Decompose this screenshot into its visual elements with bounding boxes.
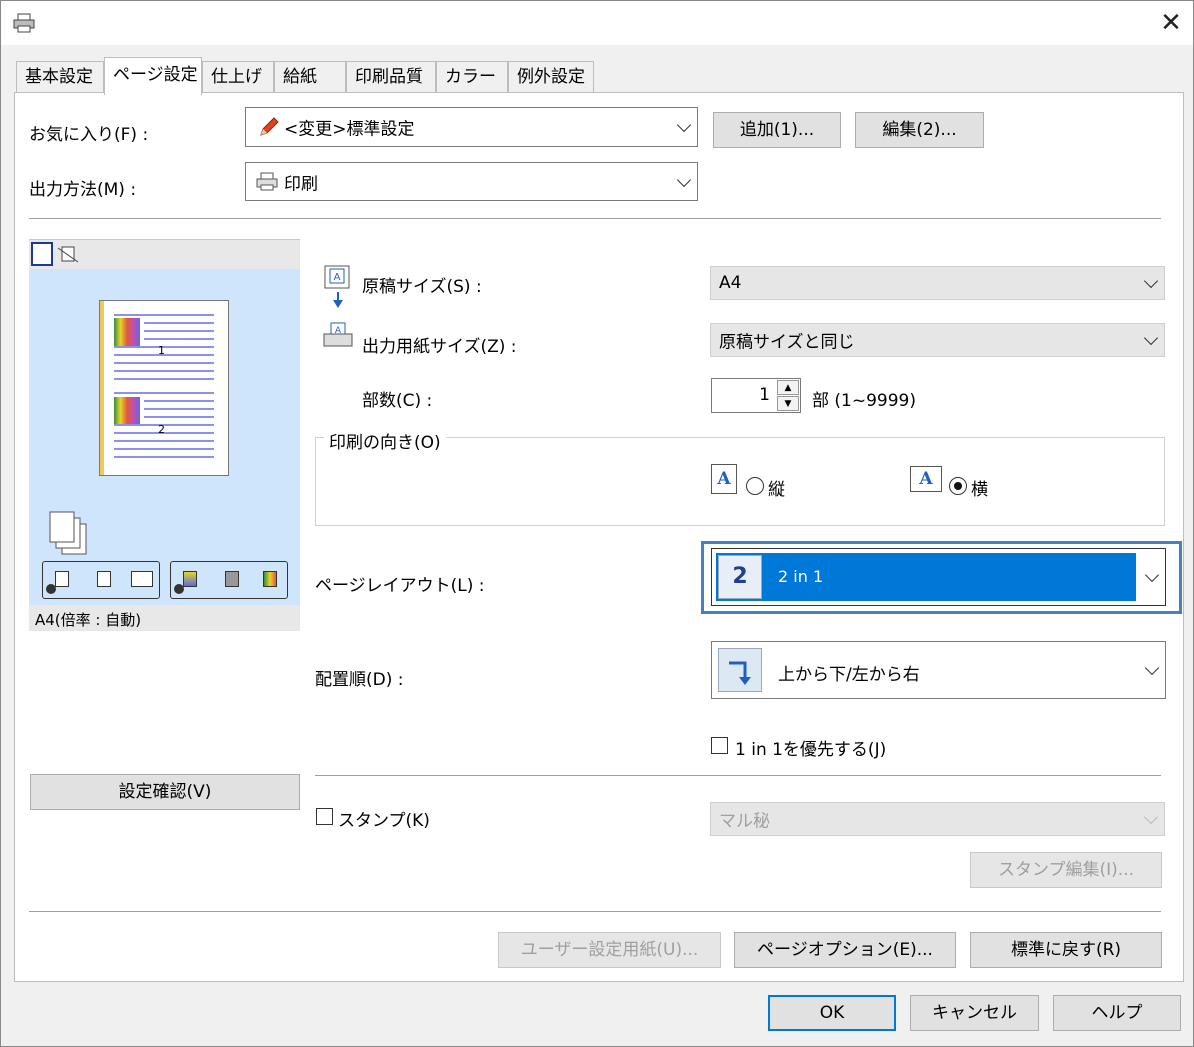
tab-paper-source[interactable]: 給紙 bbox=[274, 61, 346, 93]
prefer-1in1-checkbox[interactable] bbox=[711, 737, 728, 754]
landscape-icon: A bbox=[910, 466, 942, 492]
tab-finishing[interactable]: 仕上げ bbox=[202, 61, 274, 93]
chevron-down-icon bbox=[1143, 273, 1159, 289]
page-view-icon[interactable] bbox=[31, 242, 53, 266]
output-method-select[interactable]: 印刷 bbox=[245, 162, 698, 201]
close-icon[interactable]: ✕ bbox=[1153, 5, 1189, 41]
page-order-select[interactable]: 上から下/左から右 bbox=[711, 641, 1166, 699]
top-divider bbox=[29, 218, 1161, 219]
grayscale-page-icon bbox=[225, 571, 239, 587]
landscape-radio[interactable] bbox=[949, 477, 967, 495]
add-favorite-button[interactable]: 追加(1)... bbox=[713, 112, 841, 148]
output-paper-size-label: 出力用紙サイズ(Z) : bbox=[362, 337, 517, 357]
document-icon bbox=[97, 571, 111, 587]
ok-button[interactable]: OK bbox=[768, 995, 896, 1031]
document-icon bbox=[55, 571, 69, 587]
title-bar: ✕ bbox=[1, 1, 1193, 45]
spin-up-icon[interactable]: ▲ bbox=[777, 380, 799, 395]
tab-page-setup[interactable]: 基本設定 bbox=[16, 61, 104, 93]
color-block bbox=[114, 318, 140, 346]
portrait-radio[interactable] bbox=[746, 477, 764, 495]
stamp-select: マル秘 bbox=[710, 802, 1165, 836]
page-layout-select[interactable]: 2 2 in 1 bbox=[711, 548, 1166, 606]
prefer-1in1-label[interactable]: 1 in 1を優先する(J) bbox=[735, 735, 886, 760]
copies-spinbox[interactable]: 1 ▲ ▼ bbox=[711, 378, 801, 413]
stamp-label[interactable]: スタンプ(K) bbox=[338, 806, 430, 831]
output-paper-size-value: 原稿サイズと同じ bbox=[719, 332, 855, 353]
output-paper-icon: A bbox=[322, 322, 354, 350]
color-page-icon bbox=[183, 571, 197, 587]
chevron-down-icon bbox=[1143, 330, 1159, 346]
page-layout-label: ページレイアウト(L) : bbox=[315, 576, 485, 596]
help-button[interactable]: ヘルプ bbox=[1053, 995, 1181, 1031]
page-layout-highlight: 2 2 in 1 bbox=[716, 553, 1136, 601]
spin-down-icon[interactable]: ▼ bbox=[777, 396, 799, 411]
orientation-group-label: 印刷の向き(O) bbox=[324, 428, 446, 453]
preview-caption: A4(倍率 : 自動) bbox=[35, 611, 142, 629]
cancel-button[interactable]: キャンセル bbox=[910, 995, 1039, 1031]
tab-print-quality[interactable]: 印刷品質 bbox=[346, 61, 436, 93]
output-method-value: 印刷 bbox=[284, 174, 318, 194]
color-block bbox=[114, 397, 140, 425]
mid-divider bbox=[315, 775, 1161, 776]
chevron-down-icon bbox=[676, 117, 692, 133]
copies-stack-icon bbox=[48, 510, 90, 556]
page-order-label: 配置順(D) : bbox=[315, 670, 404, 690]
original-size-icon: A bbox=[322, 264, 352, 310]
tab-exceptions[interactable]: 例外設定 bbox=[508, 61, 594, 93]
chevron-down-icon bbox=[1144, 567, 1160, 583]
layout-number-icon: 2 bbox=[718, 555, 762, 599]
portrait-icon: A bbox=[711, 464, 737, 494]
user-paper-button: ユーザー設定用紙(U)... bbox=[498, 932, 721, 968]
color-options-button[interactable] bbox=[170, 561, 288, 599]
copies-value[interactable]: 1 bbox=[759, 385, 770, 405]
page-order-icon bbox=[718, 648, 762, 692]
letter-a: A bbox=[334, 272, 341, 283]
page-number: 2 bbox=[158, 423, 165, 436]
original-size-label: 原稿サイズ(S) : bbox=[362, 277, 482, 297]
restore-defaults-button[interactable]: 標準に戻す(R) bbox=[970, 932, 1162, 968]
favorites-label: お気に入り(F) : bbox=[29, 125, 149, 145]
output-method-label: 出力方法(M) : bbox=[29, 180, 137, 200]
tab-page-setup-active[interactable]: ページ設定 bbox=[104, 57, 202, 95]
page-order-value: 上から下/左から右 bbox=[778, 665, 920, 685]
chevron-down-icon bbox=[676, 172, 692, 187]
preview-page: 1 2 bbox=[99, 300, 229, 476]
color-page-icon bbox=[263, 571, 277, 587]
preview-caption-bar: A4(倍率 : 自動) bbox=[29, 605, 300, 631]
copies-unit: 部 (1~9999) bbox=[812, 391, 916, 411]
chevron-down-icon bbox=[1143, 809, 1159, 825]
favorites-select[interactable]: <変更>標準設定 bbox=[245, 107, 698, 147]
binding-edge bbox=[100, 301, 104, 475]
copies-label: 部数(C) : bbox=[362, 391, 433, 411]
chevron-down-icon bbox=[1144, 660, 1160, 676]
page-number: 1 bbox=[158, 344, 165, 357]
original-size-select[interactable]: A4 bbox=[710, 266, 1165, 300]
gear-badge-icon bbox=[46, 584, 56, 594]
original-size-value: A4 bbox=[719, 273, 742, 293]
tab-color[interactable]: カラー bbox=[436, 61, 508, 93]
bottom-divider bbox=[29, 911, 1161, 912]
output-paper-size-select[interactable]: 原稿サイズと同じ bbox=[710, 323, 1165, 357]
page-options-button[interactable]: ページオプション(E)... bbox=[734, 932, 956, 968]
preview-toolbar bbox=[29, 239, 300, 269]
portrait-label[interactable]: 縦 bbox=[768, 475, 785, 500]
landscape-label[interactable]: 横 bbox=[971, 475, 988, 500]
layout-view-icon[interactable] bbox=[57, 244, 79, 264]
favorites-value: <変更>標準設定 bbox=[284, 119, 415, 140]
confirm-settings-button[interactable]: 設定確認(V) bbox=[30, 774, 300, 810]
stamp-edit-button: スタンプ編集(I)... bbox=[970, 852, 1162, 888]
book-icon bbox=[131, 571, 153, 587]
stamp-checkbox[interactable] bbox=[316, 808, 333, 825]
edit-favorite-button[interactable]: 編集(2)... bbox=[855, 112, 984, 148]
pencil-icon bbox=[258, 116, 280, 138]
page-layout-value: 2 in 1 bbox=[778, 567, 824, 586]
printer-icon bbox=[256, 172, 278, 192]
gear-badge-icon bbox=[174, 584, 184, 594]
stamp-value: マル秘 bbox=[719, 811, 770, 832]
finish-options-button[interactable] bbox=[42, 561, 160, 599]
printer-icon bbox=[13, 13, 35, 33]
